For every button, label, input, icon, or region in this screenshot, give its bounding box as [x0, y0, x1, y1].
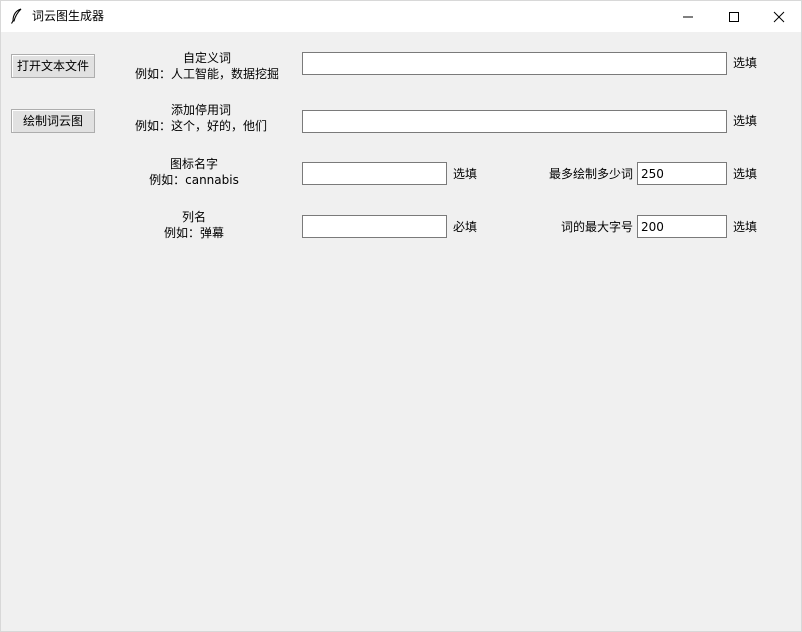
stop-words-label: 添加停用词 例如：这个，好的，他们	[126, 102, 276, 134]
icon-name-input[interactable]	[302, 162, 447, 185]
icon-name-hint: 选填	[453, 167, 478, 181]
close-icon	[773, 11, 785, 23]
draw-wordcloud-button[interactable]: 绘制词云图	[11, 109, 95, 133]
column-name-example: 例如：弹幕	[163, 226, 224, 240]
custom-words-input[interactable]	[302, 52, 727, 75]
custom-words-example: 例如：人工智能，数据挖掘	[134, 67, 279, 81]
window-title: 词云图生成器	[32, 9, 105, 23]
max-font-size-label: 词的最大字号	[560, 220, 633, 234]
minimize-icon	[683, 16, 693, 18]
maximize-button[interactable]	[711, 1, 757, 32]
stop-words-title: 添加停用词	[170, 103, 231, 117]
title-bar[interactable]: 词云图生成器	[1, 1, 801, 32]
column-name-input[interactable]	[302, 215, 447, 238]
app-window: 词云图生成器 打开文本文件 绘制词云图 自定义词 例如：人工智能，数据挖掘 选填…	[0, 0, 802, 632]
max-font-size-hint: 选填	[733, 220, 758, 234]
stop-words-input[interactable]	[302, 110, 727, 133]
open-text-file-button[interactable]: 打开文本文件	[11, 54, 95, 78]
column-name-hint: 必填	[453, 220, 478, 234]
column-name-label: 列名 例如：弹幕	[134, 209, 254, 241]
custom-words-hint: 选填	[733, 56, 758, 70]
custom-words-label: 自定义词 例如：人工智能，数据挖掘	[126, 50, 288, 82]
stop-words-hint: 选填	[733, 114, 758, 128]
max-words-hint: 选填	[733, 167, 758, 181]
max-words-label: 最多绘制多少词	[548, 167, 633, 181]
stop-words-example: 例如：这个，好的，他们	[134, 119, 267, 133]
column-name-title: 列名	[181, 210, 206, 224]
form-area: 打开文本文件 绘制词云图 自定义词 例如：人工智能，数据挖掘 选填 添加停用词 …	[1, 32, 801, 632]
minimize-button[interactable]	[665, 1, 711, 32]
icon-name-title: 图标名字	[169, 157, 218, 171]
feather-icon	[10, 8, 24, 24]
icon-name-example: 例如：cannabis	[149, 173, 239, 187]
max-words-input[interactable]	[637, 162, 727, 185]
max-font-size-input[interactable]	[637, 215, 727, 238]
icon-name-label: 图标名字 例如：cannabis	[134, 156, 254, 188]
close-button[interactable]	[756, 1, 802, 32]
maximize-icon	[729, 12, 739, 22]
custom-words-title: 自定义词	[182, 51, 231, 65]
